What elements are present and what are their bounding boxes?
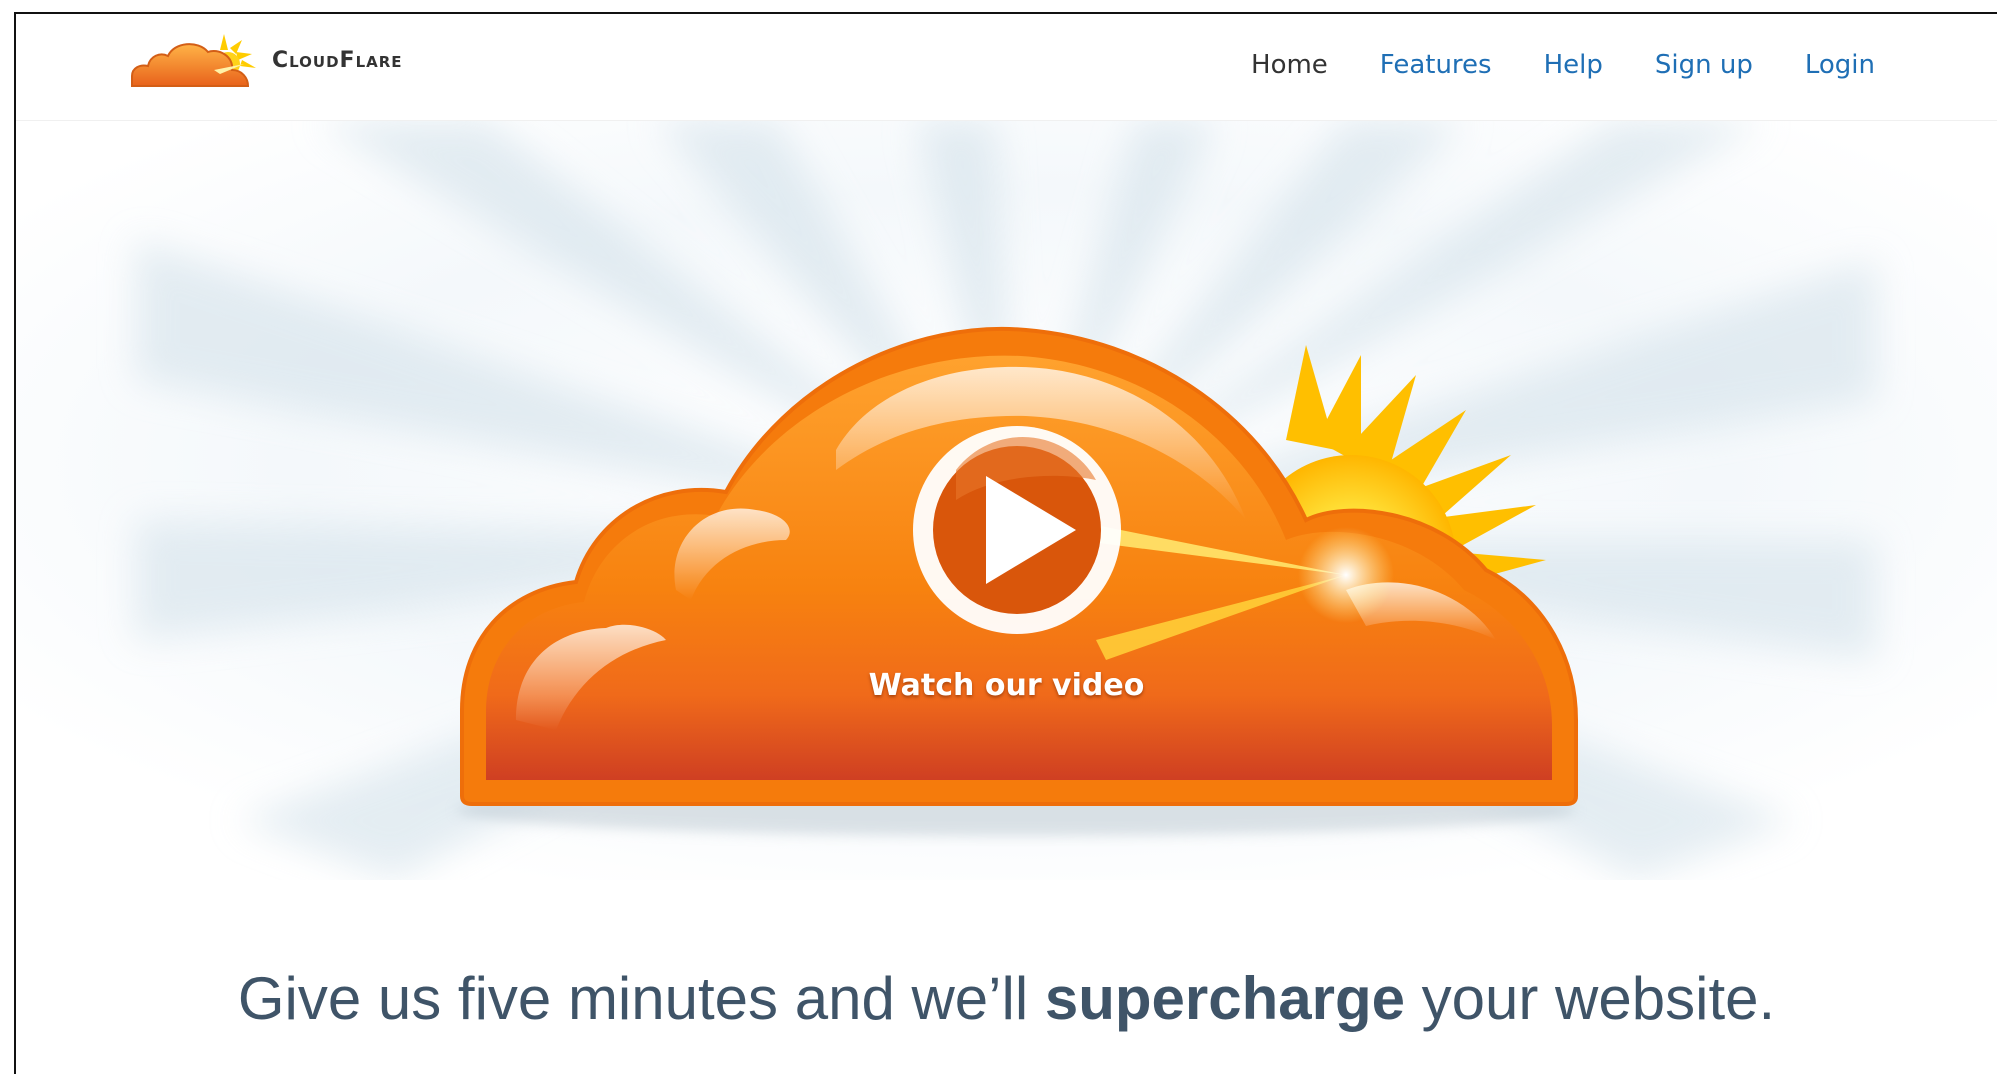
- nav-home[interactable]: Home: [1251, 50, 1328, 80]
- tagline: Give us five minutes and we’ll superchar…: [16, 964, 1997, 1033]
- hero-banner: Watch our video: [16, 120, 1997, 880]
- brand-name: CloudFlare: [272, 47, 403, 73]
- browser-frame: CloudFlare Home Features Help Sign up Lo…: [14, 12, 1997, 1074]
- nav-sign-up[interactable]: Sign up: [1655, 50, 1753, 80]
- tagline-lead: Give us five minutes and we’ll: [237, 965, 1045, 1032]
- tagline-tail: your website.: [1405, 965, 1776, 1032]
- tagline-emphasis: supercharge: [1044, 965, 1405, 1032]
- main-nav: Home Features Help Sign up Login: [1251, 50, 1875, 80]
- nav-login[interactable]: Login: [1805, 50, 1875, 80]
- top-navigation-bar: CloudFlare Home Features Help Sign up Lo…: [16, 14, 1997, 121]
- brand-logo[interactable]: CloudFlare: [124, 30, 403, 90]
- nav-help[interactable]: Help: [1544, 50, 1603, 80]
- cloud-sun-logo-icon: [131, 34, 256, 87]
- play-video-button[interactable]: [912, 426, 1122, 636]
- nav-features[interactable]: Features: [1380, 50, 1492, 80]
